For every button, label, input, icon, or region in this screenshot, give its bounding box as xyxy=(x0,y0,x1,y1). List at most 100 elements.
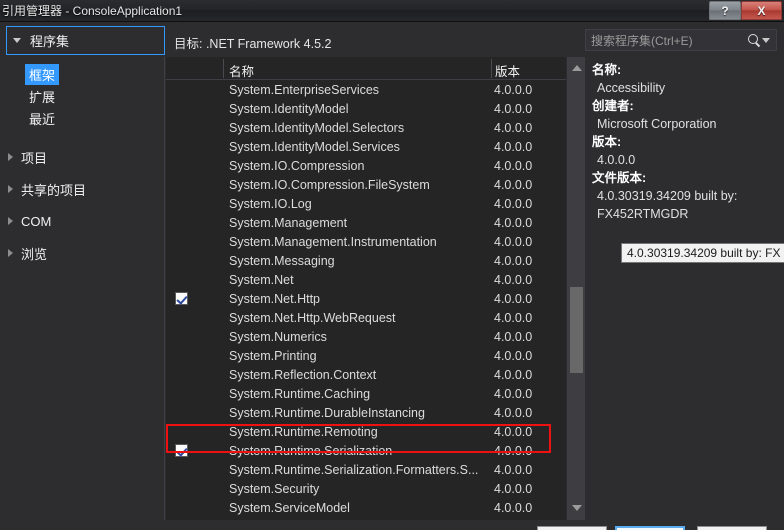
table-row[interactable]: System.Numerics 4.0.0.0 xyxy=(166,327,585,346)
chevron-right-icon xyxy=(8,185,13,193)
row-name: System.Security xyxy=(229,481,320,496)
scroll-down-icon[interactable] xyxy=(567,499,586,516)
sidebar-item-browse[interactable]: 浏览 xyxy=(0,237,164,269)
table-row[interactable]: System.EnterpriseServices 4.0.0.0 xyxy=(166,80,585,99)
row-checkbox-cell[interactable] xyxy=(166,311,229,324)
detail-creator-key: 创建者: xyxy=(592,99,634,113)
table-row[interactable]: System.Net.Http.WebRequest 4.0.0.0 xyxy=(166,308,585,327)
row-checkbox-cell[interactable] xyxy=(166,140,229,153)
sidebar-item-projects[interactable]: 项目 xyxy=(0,141,164,173)
search-input[interactable]: 搜索程序集(Ctrl+E) xyxy=(586,32,746,49)
cancel-button[interactable]: 取消 xyxy=(697,526,767,530)
sidebar-item-extensions[interactable]: 扩展 xyxy=(0,85,164,107)
sidebar-item-framework[interactable]: 框架 xyxy=(0,63,164,85)
search-icon[interactable] xyxy=(746,32,762,48)
row-name: System.Net.Http.WebRequest xyxy=(229,310,396,325)
table-row[interactable]: System.Security 4.0.0.0 xyxy=(166,479,585,498)
row-checkbox-cell[interactable] xyxy=(166,235,229,248)
table-row[interactable]: System.Management.Instrumentation 4.0.0.0 xyxy=(166,232,585,251)
row-checkbox-cell[interactable] xyxy=(166,368,229,381)
table-row[interactable]: System.Net 4.0.0.0 xyxy=(166,270,585,289)
list-scrollbar[interactable] xyxy=(566,57,585,520)
browse-button[interactable]: 浏览(B)... xyxy=(537,526,607,530)
detail-version-key: 版本: xyxy=(592,135,622,149)
column-header-name[interactable]: 名称 xyxy=(229,61,254,80)
row-checkbox-cell[interactable] xyxy=(166,444,229,457)
checkbox-checked-icon[interactable] xyxy=(175,444,188,457)
row-checkbox-cell[interactable] xyxy=(166,463,229,476)
table-row[interactable]: System.Runtime.DurableInstancing 4.0.0.0 xyxy=(166,403,585,422)
row-checkbox-cell[interactable] xyxy=(166,349,229,362)
title-bar: 引用管理器 - ConsoleApplication1 ? X xyxy=(0,0,784,22)
column-separator[interactable] xyxy=(491,59,492,78)
chevron-right-icon xyxy=(8,249,13,257)
table-row[interactable]: System.Management 4.0.0.0 xyxy=(166,213,585,232)
row-checkbox-cell[interactable] xyxy=(166,159,229,172)
table-row[interactable]: System.Runtime.Remoting 4.0.0.0 xyxy=(166,422,585,441)
assemblies-header[interactable]: 程序集 xyxy=(6,26,165,55)
table-row[interactable]: System.ServiceModel 4.0.0.0 xyxy=(166,498,585,517)
row-checkbox-cell[interactable] xyxy=(166,254,229,267)
row-checkbox-cell[interactable] xyxy=(166,406,229,419)
checkbox-checked-icon[interactable] xyxy=(175,292,188,305)
detail-fileversion-value: 4.0.30319.34209 built by: FX452RTMGDR xyxy=(597,189,738,221)
table-row[interactable]: System.Messaging 4.0.0.0 xyxy=(166,251,585,270)
row-checkbox-cell[interactable] xyxy=(166,425,229,438)
row-checkbox-cell[interactable] xyxy=(166,292,229,305)
row-name: System.Net xyxy=(229,272,294,287)
sidebar-item-label: 最近 xyxy=(29,111,56,127)
table-row[interactable]: System.Runtime.Serialization 4.0.0.0 xyxy=(166,441,585,460)
row-name: System.IdentityModel.Selectors xyxy=(229,120,405,135)
table-row[interactable]: System.IdentityModel.Services 4.0.0.0 xyxy=(166,137,585,156)
scrollbar-thumb[interactable] xyxy=(570,287,583,373)
chevron-down-icon xyxy=(13,38,21,43)
search-dropdown-icon[interactable] xyxy=(761,37,776,43)
table-row[interactable]: System.Printing 4.0.0.0 xyxy=(166,346,585,365)
detail-fileversion-key: 文件版本: xyxy=(592,171,647,185)
table-row[interactable]: System.IO.Compression 4.0.0.0 xyxy=(166,156,585,175)
column-header-version[interactable]: 版本 xyxy=(495,61,520,80)
detail-name-key: 名称: xyxy=(592,63,622,77)
row-checkbox-cell[interactable] xyxy=(166,387,229,400)
row-name: System.IO.Log xyxy=(229,196,312,211)
row-checkbox-cell[interactable] xyxy=(166,178,229,191)
table-row[interactable]: System.Runtime.Caching 4.0.0.0 xyxy=(166,384,585,403)
column-separator[interactable] xyxy=(223,59,224,78)
sidebar-item-com[interactable]: COM xyxy=(0,205,164,237)
table-row[interactable]: System.Runtime.Serialization.Formatters.… xyxy=(166,460,585,479)
table-row[interactable]: System.IdentityModel 4.0.0.0 xyxy=(166,99,585,118)
help-button[interactable]: ? xyxy=(709,1,741,20)
list-header: 名称 版本 xyxy=(166,57,585,80)
table-row[interactable]: System.Net.Http 4.0.0.0 xyxy=(166,289,585,308)
sidebar-item-recent[interactable]: 最近 xyxy=(0,107,164,129)
row-name: System.Messaging xyxy=(229,253,335,268)
sidebar-item-label: COM xyxy=(21,213,52,229)
reference-manager-dialog: 引用管理器 - ConsoleApplication1 ? X 程序集 目标: … xyxy=(0,0,784,530)
ok-button[interactable]: 确定 xyxy=(615,526,685,530)
scroll-up-icon[interactable] xyxy=(567,59,586,76)
target-framework-text: 目标: .NET Framework 4.5.2 xyxy=(174,37,332,51)
table-row[interactable]: System.Reflection.Context 4.0.0.0 xyxy=(166,365,585,384)
assemblies-header-label: 程序集 xyxy=(30,34,70,49)
row-checkbox-cell[interactable] xyxy=(166,197,229,210)
row-name: System.Management xyxy=(229,215,348,230)
row-name: System.ServiceModel xyxy=(229,500,350,515)
table-row[interactable]: System.IO.Compression.FileSystem 4.0.0.0 xyxy=(166,175,585,194)
row-checkbox-cell[interactable] xyxy=(166,83,229,96)
row-checkbox-cell[interactable] xyxy=(166,482,229,495)
table-row[interactable]: System.IdentityModel.Selectors 4.0.0.0 xyxy=(166,118,585,137)
row-name: System.IO.Compression.FileSystem xyxy=(229,177,430,192)
table-row[interactable]: System.IO.Log 4.0.0.0 xyxy=(166,194,585,213)
row-checkbox-cell[interactable] xyxy=(166,273,229,286)
row-checkbox-cell[interactable] xyxy=(166,330,229,343)
row-checkbox-cell[interactable] xyxy=(166,121,229,134)
search-box[interactable]: 搜索程序集(Ctrl+E) xyxy=(585,29,777,51)
row-checkbox-cell[interactable] xyxy=(166,501,229,514)
row-name: System.Runtime.Caching xyxy=(229,386,371,401)
row-checkbox-cell[interactable] xyxy=(166,102,229,115)
close-button[interactable]: X xyxy=(741,1,782,20)
detail-version-value: 4.0.0.0 xyxy=(597,153,636,167)
row-checkbox-cell[interactable] xyxy=(166,216,229,229)
sidebar-item-shared-projects[interactable]: 共享的项目 xyxy=(0,173,164,205)
